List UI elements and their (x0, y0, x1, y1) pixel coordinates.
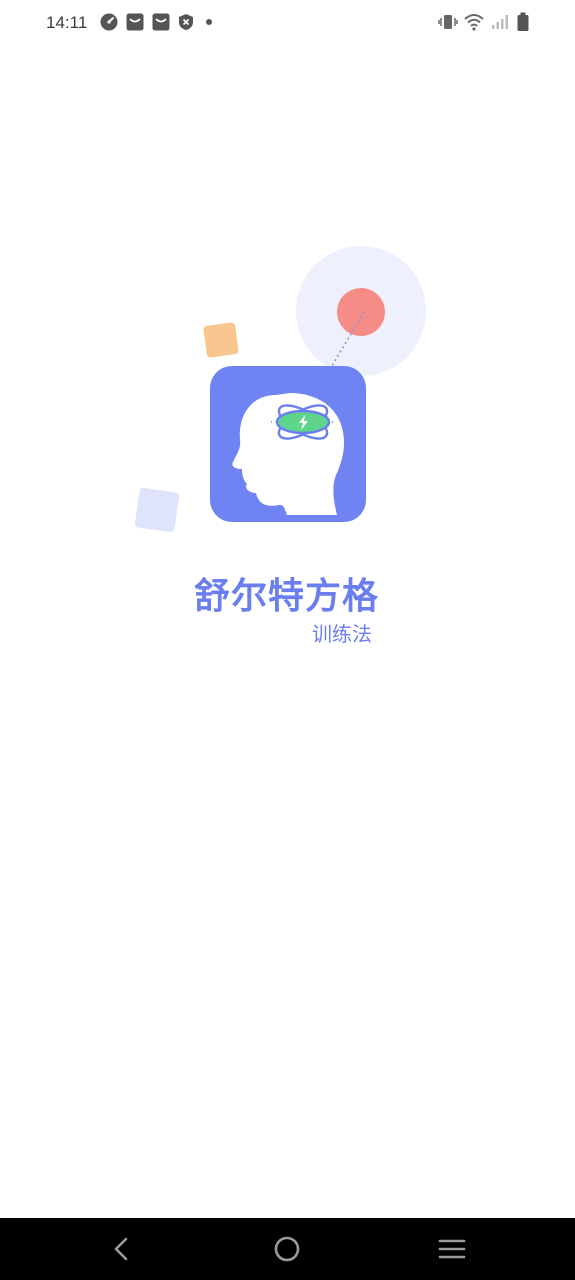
decor-square-orange (203, 322, 239, 358)
decor-circle-inner (337, 288, 385, 336)
app-logo-illustration (134, 246, 426, 533)
wifi-icon (464, 13, 484, 35)
mail-icon (126, 13, 144, 35)
splash-screen: 14:11 舒尔特方格 训练法 (0, 0, 575, 1280)
battery-icon (516, 12, 530, 36)
back-button[interactable] (82, 1218, 162, 1280)
navigation-bar (0, 1218, 575, 1280)
shield-icon (178, 13, 194, 35)
menu-icon (438, 1239, 466, 1259)
app-subtitle: 训练法 (312, 622, 372, 646)
back-icon (114, 1237, 128, 1261)
speed-icon (100, 13, 118, 35)
dot-icon (202, 13, 216, 35)
decor-square-lavender (134, 487, 180, 533)
status-time: 14:11 (46, 13, 88, 32)
mail-icon (152, 13, 170, 35)
app-title: 舒尔特方格 (194, 576, 380, 617)
notification-icons (100, 13, 216, 35)
recents-button[interactable] (412, 1218, 492, 1280)
signal-icon (490, 13, 510, 35)
status-bar: 14:11 (0, 0, 575, 48)
home-button[interactable] (247, 1218, 327, 1280)
system-status-icons (438, 12, 530, 36)
vibrate-icon (438, 13, 458, 35)
home-icon (274, 1236, 300, 1262)
